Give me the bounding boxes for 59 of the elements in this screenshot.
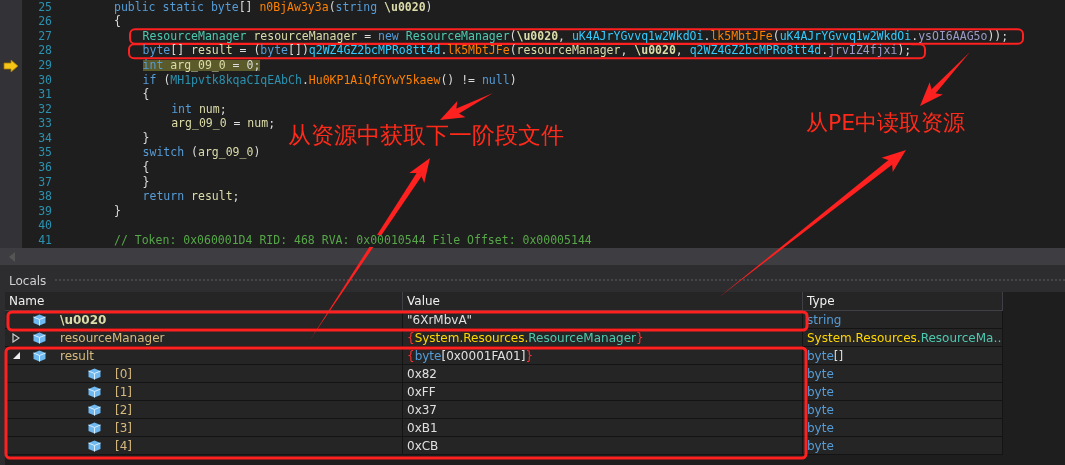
cube-icon <box>88 403 101 416</box>
variable-value: 0xFF <box>407 384 436 399</box>
line-number: 33 <box>37 118 52 130</box>
line-number: 35 <box>37 147 52 159</box>
line-number: 36 <box>37 162 52 174</box>
line-number: 29 <box>37 59 52 72</box>
variable-name: [1] <box>115 384 132 399</box>
variable-value: 0xB1 <box>407 420 438 435</box>
line-number: 26 <box>37 16 52 28</box>
line-number: 25 <box>37 1 52 14</box>
annotation-arrow <box>440 93 493 120</box>
variable-value: {byte[0x0001FA01]} <box>407 348 533 363</box>
variable-type: byte <box>807 420 834 435</box>
cube-icon <box>88 421 101 434</box>
line-number: 32 <box>37 103 52 116</box>
line-number: 38 <box>37 191 52 203</box>
cube-icon <box>33 349 46 362</box>
variable-type: byte[] <box>807 348 844 363</box>
cube-icon <box>88 367 101 380</box>
line-number: 37 <box>37 176 52 189</box>
variable-name: [3] <box>115 420 132 435</box>
variable-type: byte <box>807 402 834 417</box>
variable-type: byte <box>807 384 834 399</box>
variable-type: byte <box>807 366 834 381</box>
variable-name: \u0020 <box>60 312 107 327</box>
variable-value: 0x37 <box>407 402 437 417</box>
annotation-text: 从资源中获取下一阶段文件 <box>288 121 564 150</box>
variable-name: [4] <box>115 438 132 453</box>
line-number: 39 <box>37 205 52 218</box>
variable-name: [0] <box>115 366 132 381</box>
annotation-text: 从PE中读取资源 <box>806 109 966 137</box>
variable-name: result <box>60 348 94 363</box>
line-number: 40 <box>37 220 52 232</box>
cube-icon <box>33 313 46 326</box>
variable-name: [2] <box>115 402 132 417</box>
cube-icon <box>88 439 101 452</box>
collapsed-triangle-icon[interactable] <box>12 332 20 343</box>
variable-value: 0x82 <box>407 366 437 381</box>
variable-value: {System.Resources.ResourceManager} <box>407 330 644 345</box>
variable-value: "6XrMbvA" <box>407 312 473 327</box>
current-statement-arrow-icon <box>3 59 19 72</box>
line-number: 34 <box>37 132 52 145</box>
horizontal-scrollbar[interactable] <box>0 248 1065 267</box>
cube-icon <box>33 331 46 344</box>
line-number: 27 <box>37 30 52 43</box>
annotation-arrow <box>920 52 970 106</box>
variable-type: byte <box>807 438 834 453</box>
variable-name: resourceManager <box>60 330 165 345</box>
line-number: 31 <box>37 89 52 101</box>
column-header[interactable]: Value <box>403 292 803 311</box>
expanded-triangle-icon[interactable] <box>11 351 21 360</box>
variable-type: System.Resources.ResourceMa… <box>807 330 1002 345</box>
cube-icon <box>88 385 101 398</box>
line-number: 41 <box>37 235 52 247</box>
line-number: 28 <box>37 45 52 57</box>
variable-value: 0xCB <box>407 438 439 453</box>
line-number: 30 <box>37 74 52 86</box>
column-header[interactable]: Name <box>5 292 403 311</box>
panel-title: Locals <box>8 273 47 288</box>
